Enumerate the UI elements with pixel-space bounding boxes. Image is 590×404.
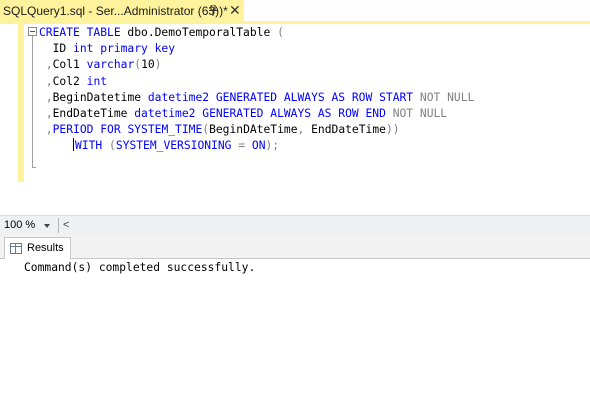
change-tracking-margin [18, 24, 24, 182]
code-token: int [86, 74, 108, 88]
code-token: )) [385, 123, 400, 137]
pin-icon[interactable] [208, 5, 218, 16]
tab-sqlquery1[interactable]: SQLQuery1.sql - Ser...Administrator (63)… [0, 0, 244, 21]
code-token: NOT NULL [392, 106, 448, 120]
statusbar-divider [58, 218, 59, 233]
code-token: dbo.DemoTemporalTable [120, 26, 278, 39]
code-token: ) [154, 58, 162, 72]
code-token: CREATE TABLE [39, 26, 121, 39]
code-token: NOT NULL [419, 90, 475, 104]
code-token: Col1 [52, 58, 87, 72]
code-token: BeginDAteTime [209, 123, 298, 137]
grid-icon [10, 243, 22, 254]
tab-title: SQLQuery1.sql - Ser...Administrator (63)… [3, 3, 228, 18]
scroll-left-icon[interactable]: < [63, 219, 69, 232]
zoom-dropdown-icon[interactable] [44, 224, 50, 228]
code-token: datetime2 GENERATED ALWAYS AS ROW END [134, 106, 393, 120]
code-token: Col2 [52, 74, 87, 88]
query-editor[interactable]: CREATE TABLE dbo.DemoTemporalTable ( ID … [0, 24, 590, 215]
code-line[interactable]: CREATE TABLE dbo.DemoTemporalTable ( [39, 25, 474, 41]
code-token: BeginDatetime [52, 90, 148, 104]
code-token: , [45, 123, 53, 137]
code-token: , [45, 58, 53, 72]
code-line[interactable]: ,Col2 int [39, 74, 474, 90]
code-token: ( [277, 26, 284, 39]
editor-statusbar: 100 % < [0, 215, 590, 235]
code-token: datetime2 GENERATED ALWAYS AS ROW START [147, 90, 420, 104]
code-token: 10 [141, 58, 155, 72]
code-token: , [45, 90, 53, 104]
tab-results[interactable]: Results [4, 237, 71, 259]
code-token: ); [265, 139, 280, 153]
code-token: = [238, 139, 252, 153]
code-text[interactable]: CREATE TABLE dbo.DemoTemporalTable ( ID … [39, 25, 474, 155]
zoom-level[interactable]: 100 % [4, 219, 35, 231]
code-token: SYSTEM_VERSIONING [115, 139, 239, 153]
close-icon[interactable]: ✕ [229, 2, 241, 18]
results-message: Command(s) completed successfully. [24, 261, 256, 274]
code-line[interactable]: ,EndDateTime datetime2 GENERATED ALWAYS … [39, 106, 474, 122]
code-token: ID [39, 42, 74, 56]
code-token: PERIOD FOR SYSTEM_TIME [52, 123, 203, 137]
code-token: ON [251, 139, 266, 153]
text-caret [73, 138, 75, 152]
code-token: varchar [86, 58, 135, 72]
outline-guide [32, 36, 33, 168]
results-tabbar: Results [0, 234, 590, 259]
code-line[interactable]: ,Col1 varchar(10) [39, 57, 474, 73]
code-token: , [45, 106, 53, 120]
code-token: , [45, 74, 53, 88]
code-line[interactable]: ID int primary key [39, 41, 474, 57]
outline-guide-end [32, 167, 36, 168]
code-line[interactable]: WITH (SYSTEM_VERSIONING = ON); [39, 138, 474, 154]
code-line[interactable]: ,PERIOD FOR SYSTEM_TIME(BeginDAteTime, E… [39, 122, 474, 138]
code-token: int primary key [73, 42, 176, 56]
results-pane: Results Command(s) completed successfull… [0, 234, 590, 404]
code-line[interactable]: ,BeginDatetime datetime2 GENERATED ALWAY… [39, 90, 475, 106]
code-token: EndDateTime [304, 123, 386, 137]
code-token: ( [109, 139, 116, 153]
collapse-outline-icon[interactable] [28, 27, 37, 36]
document-tabstrip: SQLQuery1.sql - Ser...Administrator (63)… [0, 0, 590, 21]
code-token: EndDateTime [52, 106, 135, 120]
results-tab-label: Results [27, 242, 64, 254]
code-token: WITH [75, 139, 110, 153]
